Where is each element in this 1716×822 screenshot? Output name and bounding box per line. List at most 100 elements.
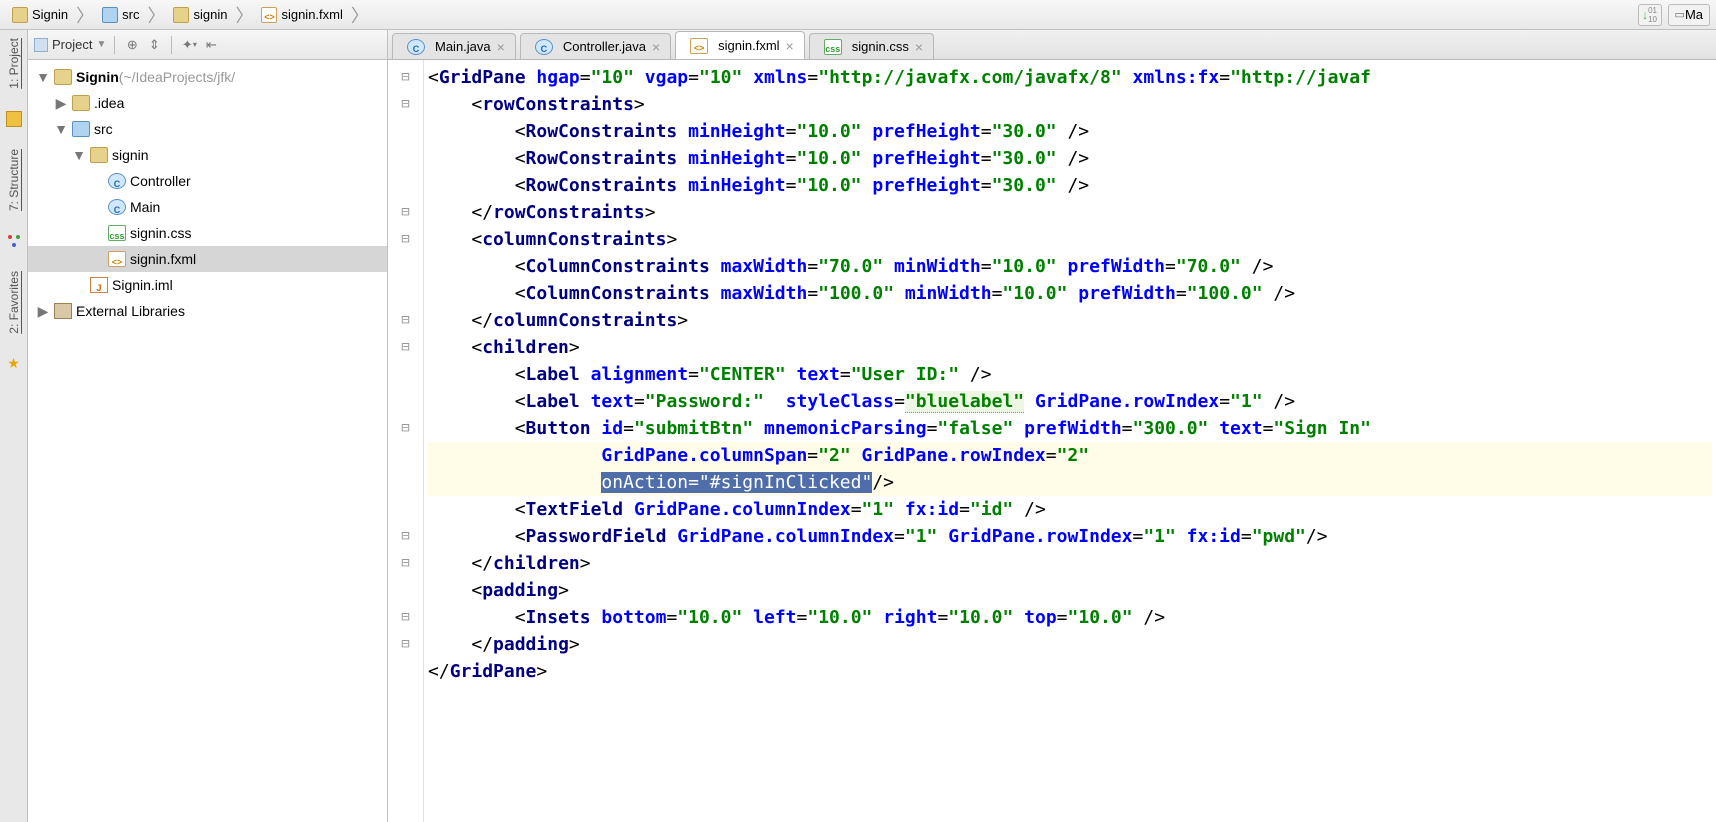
hide-icon[interactable]: ⇤ (202, 36, 220, 54)
tree-label: Controller (130, 173, 191, 189)
tree-row[interactable]: CMain (28, 194, 387, 220)
tree-row[interactable]: ▶.idea (28, 90, 387, 116)
gutter-fold-icon (388, 469, 423, 496)
gutter-fold-icon[interactable]: ⊟ (388, 226, 423, 253)
gutter-fold-icon (388, 496, 423, 523)
editor-tab[interactable]: CController.java× (520, 33, 671, 59)
gutter-fold-icon (388, 280, 423, 307)
java-icon: C (108, 199, 126, 215)
folder-icon (54, 69, 72, 85)
gutter-fold-icon[interactable]: ⊟ (388, 307, 423, 334)
crumb-label: signin (193, 7, 227, 22)
code-line: <rowConstraints> (428, 91, 1712, 118)
code-line: </GridPane> (428, 658, 1712, 685)
tree-row[interactable]: ▼src (28, 116, 387, 142)
tree-row[interactable]: csssignin.css (28, 220, 387, 246)
tree-row[interactable]: JSignin.iml (28, 272, 387, 298)
folder-icon (90, 147, 108, 163)
gutter-fold-icon[interactable]: ⊟ (388, 64, 423, 91)
tree-row[interactable]: ▼Signin (~/IdeaProjects/jfk/ (28, 64, 387, 90)
chevron-down-icon: ▼ (96, 39, 106, 50)
folder-icon (72, 121, 90, 137)
project-rail-icon (6, 111, 22, 127)
editor-gutter[interactable]: ⊟⊟⊟⊟⊟⊟⊟⊟⊟⊟⊟ (388, 60, 424, 822)
tree-row[interactable]: ▶ External Libraries (28, 298, 387, 324)
folder-icon (173, 7, 189, 23)
code-line: <Label alignment="CENTER" text="User ID:… (428, 361, 1712, 388)
code-content[interactable]: <GridPane hgap="10" vgap="10" xmlns="htt… (424, 60, 1716, 822)
editor-tab[interactable]: <>signin.fxml× (675, 31, 805, 59)
folder-icon (12, 7, 28, 23)
fxml-icon: <> (108, 251, 126, 267)
tree-row[interactable]: ▼signin (28, 142, 387, 168)
css-icon: css (108, 225, 126, 241)
gutter-fold-icon[interactable]: ⊟ (388, 199, 423, 226)
tab-label: signin.css (852, 39, 909, 54)
disclosure-triangle-icon[interactable]: ▶ (54, 95, 68, 112)
make-button[interactable]: ↓0110 (1638, 4, 1662, 26)
disclosure-triangle-icon[interactable]: ▼ (36, 69, 50, 85)
project-tree[interactable]: ▼Signin (~/IdeaProjects/jfk/▶.idea▼src▼s… (28, 60, 387, 822)
code-line: <TextField GridPane.columnIndex="1" fx:i… (428, 496, 1712, 523)
breadcrumb-item[interactable]: Signin (6, 7, 74, 23)
code-line: <PasswordField GridPane.columnIndex="1" … (428, 523, 1712, 550)
code-editor[interactable]: ⊟⊟⊟⊟⊟⊟⊟⊟⊟⊟⊟ <GridPane hgap="10" vgap="10… (388, 60, 1716, 822)
structure-rail-icon (6, 233, 22, 249)
disclosure-triangle-icon[interactable]: ▶ (36, 303, 50, 320)
star-icon: ★ (7, 355, 20, 372)
breadcrumb-item[interactable]: <> signin.fxml (255, 7, 348, 23)
folder-icon (72, 95, 90, 111)
gutter-fold-icon (388, 172, 423, 199)
disclosure-triangle-icon[interactable]: ▼ (72, 147, 86, 163)
code-line: </rowConstraints> (428, 199, 1712, 226)
close-icon[interactable]: × (652, 39, 660, 55)
tree-label: signin.fxml (130, 251, 196, 267)
gutter-fold-icon (388, 253, 423, 280)
rail-tab-structure[interactable]: 7: Structure (7, 145, 21, 215)
close-icon[interactable]: × (786, 38, 794, 54)
close-icon[interactable]: × (497, 39, 505, 55)
rail-tab-project[interactable]: 1: Project (7, 34, 21, 93)
java-icon: C (407, 39, 425, 55)
crumb-label: src (122, 7, 139, 22)
breadcrumb-item[interactable]: src (96, 7, 145, 23)
gutter-fold-icon[interactable]: ⊟ (388, 415, 423, 442)
css-icon: css (824, 39, 842, 55)
code-line: GridPane.columnSpan="2" GridPane.rowInde… (428, 442, 1712, 469)
fxml-icon: <> (261, 7, 277, 23)
gutter-fold-icon[interactable]: ⊟ (388, 631, 423, 658)
gutter-fold-icon (388, 145, 423, 172)
project-view-selector[interactable]: Project ▼ (34, 37, 106, 52)
editor-tab[interactable]: CMain.java× (392, 33, 516, 59)
chevron-right-icon: 〉 (74, 2, 96, 28)
target-icon[interactable]: ⊕ (123, 36, 141, 54)
tree-label: Main (130, 199, 160, 215)
editor-tab-bar: CMain.java×CController.java×<>signin.fxm… (388, 30, 1716, 60)
tree-row[interactable]: CController (28, 168, 387, 194)
gutter-fold-icon[interactable]: ⊟ (388, 334, 423, 361)
close-icon[interactable]: × (915, 39, 923, 55)
tree-row[interactable]: <>signin.fxml (28, 246, 387, 272)
collapse-icon[interactable]: ⇕ (145, 36, 163, 54)
code-line: <RowConstraints minHeight="10.0" prefHei… (428, 118, 1712, 145)
editor-tab[interactable]: css signin.css × (809, 33, 934, 59)
gutter-fold-icon[interactable]: ⊟ (388, 523, 423, 550)
disclosure-triangle-icon[interactable]: ▼ (54, 121, 68, 137)
tree-label: Signin.iml (112, 277, 173, 293)
gutter-fold-icon (388, 118, 423, 145)
gear-icon[interactable]: ✦▾ (180, 36, 198, 54)
breadcrumb-item[interactable]: signin (167, 7, 233, 23)
gutter-fold-icon[interactable]: ⊟ (388, 604, 423, 631)
code-line: <ColumnConstraints maxWidth="70.0" minWi… (428, 253, 1712, 280)
library-icon (54, 303, 72, 319)
code-line: </padding> (428, 631, 1712, 658)
code-line: <children> (428, 334, 1712, 361)
rail-tab-favorites[interactable]: 2: Favorites (7, 267, 21, 338)
code-line: </columnConstraints> (428, 307, 1712, 334)
tab-label: Controller.java (563, 39, 646, 54)
crumb-label: signin.fxml (281, 7, 342, 22)
gutter-fold-icon[interactable]: ⊟ (388, 550, 423, 577)
maximize-button[interactable]: ▭ Ma (1668, 4, 1710, 26)
gutter-fold-icon[interactable]: ⊟ (388, 91, 423, 118)
tree-label: External Libraries (76, 303, 185, 319)
